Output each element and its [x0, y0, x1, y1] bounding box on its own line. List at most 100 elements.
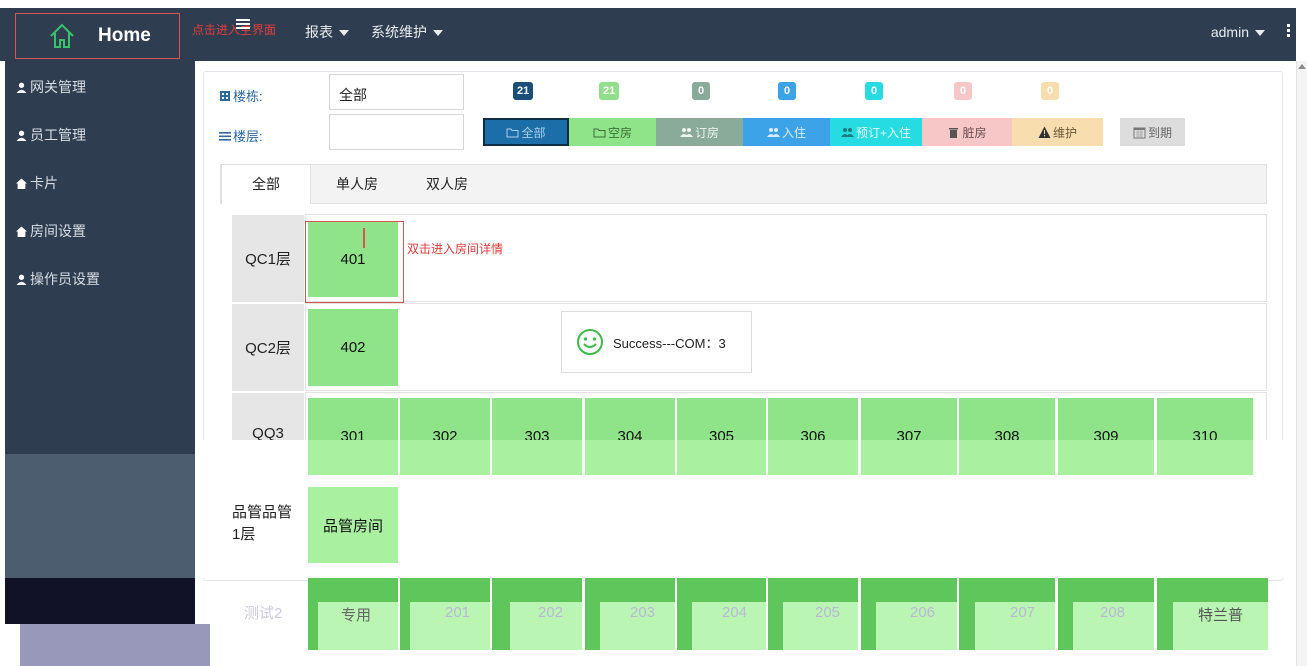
room-tile-303-lower[interactable] [492, 440, 582, 475]
count-badge-dirty: 0 [954, 82, 972, 100]
status-label: 全部 [521, 125, 546, 140]
toast-message: Success---COM：3 [613, 335, 726, 351]
room-tile-308-lower[interactable] [959, 440, 1055, 475]
chevron-down-icon [339, 30, 349, 37]
status-filter-booked[interactable]: 订房 [656, 118, 743, 146]
room-label: 205 [815, 604, 841, 621]
room-tile-301-lower[interactable] [308, 440, 398, 475]
status-label: 维护 [1052, 125, 1077, 140]
home-button[interactable]: Home [15, 13, 180, 59]
building-filter-label: 楼栋: [219, 86, 263, 105]
status-filter-empty[interactable]: 空房 [569, 118, 656, 146]
status-filter-all[interactable]: 全部 [483, 118, 569, 146]
count-badge-booked-checkin: 0 [865, 82, 883, 100]
count-badge-all: 21 [513, 82, 534, 100]
user-icon [16, 82, 27, 93]
room-tile-402[interactable]: 402 [308, 309, 398, 386]
status-filter-maintenance[interactable]: 维护 [1012, 118, 1103, 146]
room-label: 204 [722, 604, 748, 621]
home-icon [50, 23, 74, 48]
floor-select[interactable] [329, 114, 464, 150]
count-badge-empty: 21 [599, 82, 620, 100]
floor-label: 测试2 [244, 605, 283, 622]
trash-icon [949, 127, 959, 138]
menu-toggle-icon[interactable] [236, 19, 250, 30]
sidebar-item-operator-settings[interactable]: 操作员设置 [16, 269, 100, 289]
count-badge-booked: 0 [692, 82, 710, 100]
floor-row [305, 214, 1267, 302]
floor-label: 品管品管1层 [218, 484, 298, 564]
room-tile-304-lower[interactable] [585, 440, 675, 475]
page-scrollbar[interactable] [1296, 61, 1307, 666]
folder-icon [593, 128, 606, 137]
chevron-down-icon [1255, 30, 1265, 37]
room-tile-qc-room[interactable]: 品管房间 [308, 487, 398, 563]
room-label: 特兰普 [1198, 607, 1244, 624]
menu-reports-label: 报表 [305, 24, 333, 40]
status-label: 脏房 [962, 125, 987, 140]
count-badge-maintenance: 0 [1041, 82, 1059, 100]
room-type-tabs: 全部 单人房 双人房 [220, 164, 1267, 204]
smile-icon [577, 329, 603, 355]
sidebar-item-label: 房间设置 [30, 223, 86, 239]
home-icon [16, 178, 27, 189]
room-label: 203 [630, 604, 656, 621]
building-icon [220, 90, 230, 101]
status-label: 预订+入住 [855, 125, 911, 140]
floor-label: QC2层 [232, 304, 304, 391]
status-label: 到期 [1147, 125, 1172, 140]
home-icon [16, 226, 27, 237]
floor-row [305, 303, 1267, 391]
room-tile-307-lower[interactable] [861, 440, 957, 475]
floor-label: QC1层 [232, 215, 304, 302]
sidebar-item-staff[interactable]: 员工管理 [16, 125, 86, 145]
chevron-down-icon [433, 30, 443, 37]
folder-icon [506, 128, 519, 137]
success-toast: Success---COM：3 [561, 311, 752, 373]
sidebar-item-room-settings[interactable]: 房间设置 [16, 221, 86, 241]
user-icon [16, 274, 27, 285]
users-icon [840, 127, 854, 137]
tab-double-room[interactable]: 双人房 [411, 165, 483, 204]
users-icon [766, 127, 780, 137]
sidebar-item-gateway[interactable]: 网关管理 [16, 77, 86, 97]
count-badge-checked-in: 0 [778, 82, 796, 100]
more-options-icon[interactable] [1287, 24, 1291, 38]
room-tile-310-lower[interactable] [1157, 440, 1253, 475]
calendar-icon [1133, 127, 1146, 138]
menu-system-maintenance[interactable]: 系统维护 [371, 22, 443, 42]
room-tile-302-lower[interactable] [400, 440, 490, 475]
status-filter-booked-checkin[interactable]: 预订+入住 [830, 118, 922, 146]
list-icon [219, 131, 231, 141]
user-menu[interactable]: admin [1211, 24, 1265, 40]
status-label: 订房 [694, 125, 719, 140]
sidebar-item-label: 员工管理 [30, 127, 86, 143]
text-cursor [363, 228, 365, 248]
sidebar-item-label: 网关管理 [30, 79, 86, 95]
warning-icon [1038, 126, 1051, 138]
building-label-text: 楼栋: [233, 89, 263, 104]
user-icon [16, 130, 27, 141]
floor-label-text: 楼层: [233, 129, 263, 144]
building-select[interactable]: 全部 [329, 74, 464, 110]
menu-reports[interactable]: 报表 [305, 22, 349, 42]
status-filter-checked-in[interactable]: 入住 [743, 118, 830, 146]
status-label: 空房 [607, 125, 632, 140]
scroll-up-icon[interactable] [1298, 64, 1306, 69]
tab-single-room[interactable]: 单人房 [321, 165, 393, 204]
tab-all[interactable]: 全部 [221, 165, 311, 204]
enter-main-hint: 点击进入主界面 [192, 23, 277, 37]
sidebar-item-card[interactable]: 卡片 [16, 173, 58, 193]
room-tile-306-lower[interactable] [768, 440, 858, 475]
render-artifact [20, 624, 210, 666]
room-label: 206 [910, 604, 936, 621]
room-label: 专用 [341, 607, 372, 624]
render-artifact [5, 578, 195, 624]
sidebar [5, 61, 195, 454]
room-tile-309-lower[interactable] [1058, 440, 1154, 475]
room-label: 207 [1010, 604, 1036, 621]
status-label: 入住 [781, 125, 806, 140]
status-filter-dirty[interactable]: 脏房 [922, 118, 1012, 146]
room-tile-305-lower[interactable] [677, 440, 766, 475]
status-filter-expired[interactable]: 到期 [1120, 118, 1185, 146]
